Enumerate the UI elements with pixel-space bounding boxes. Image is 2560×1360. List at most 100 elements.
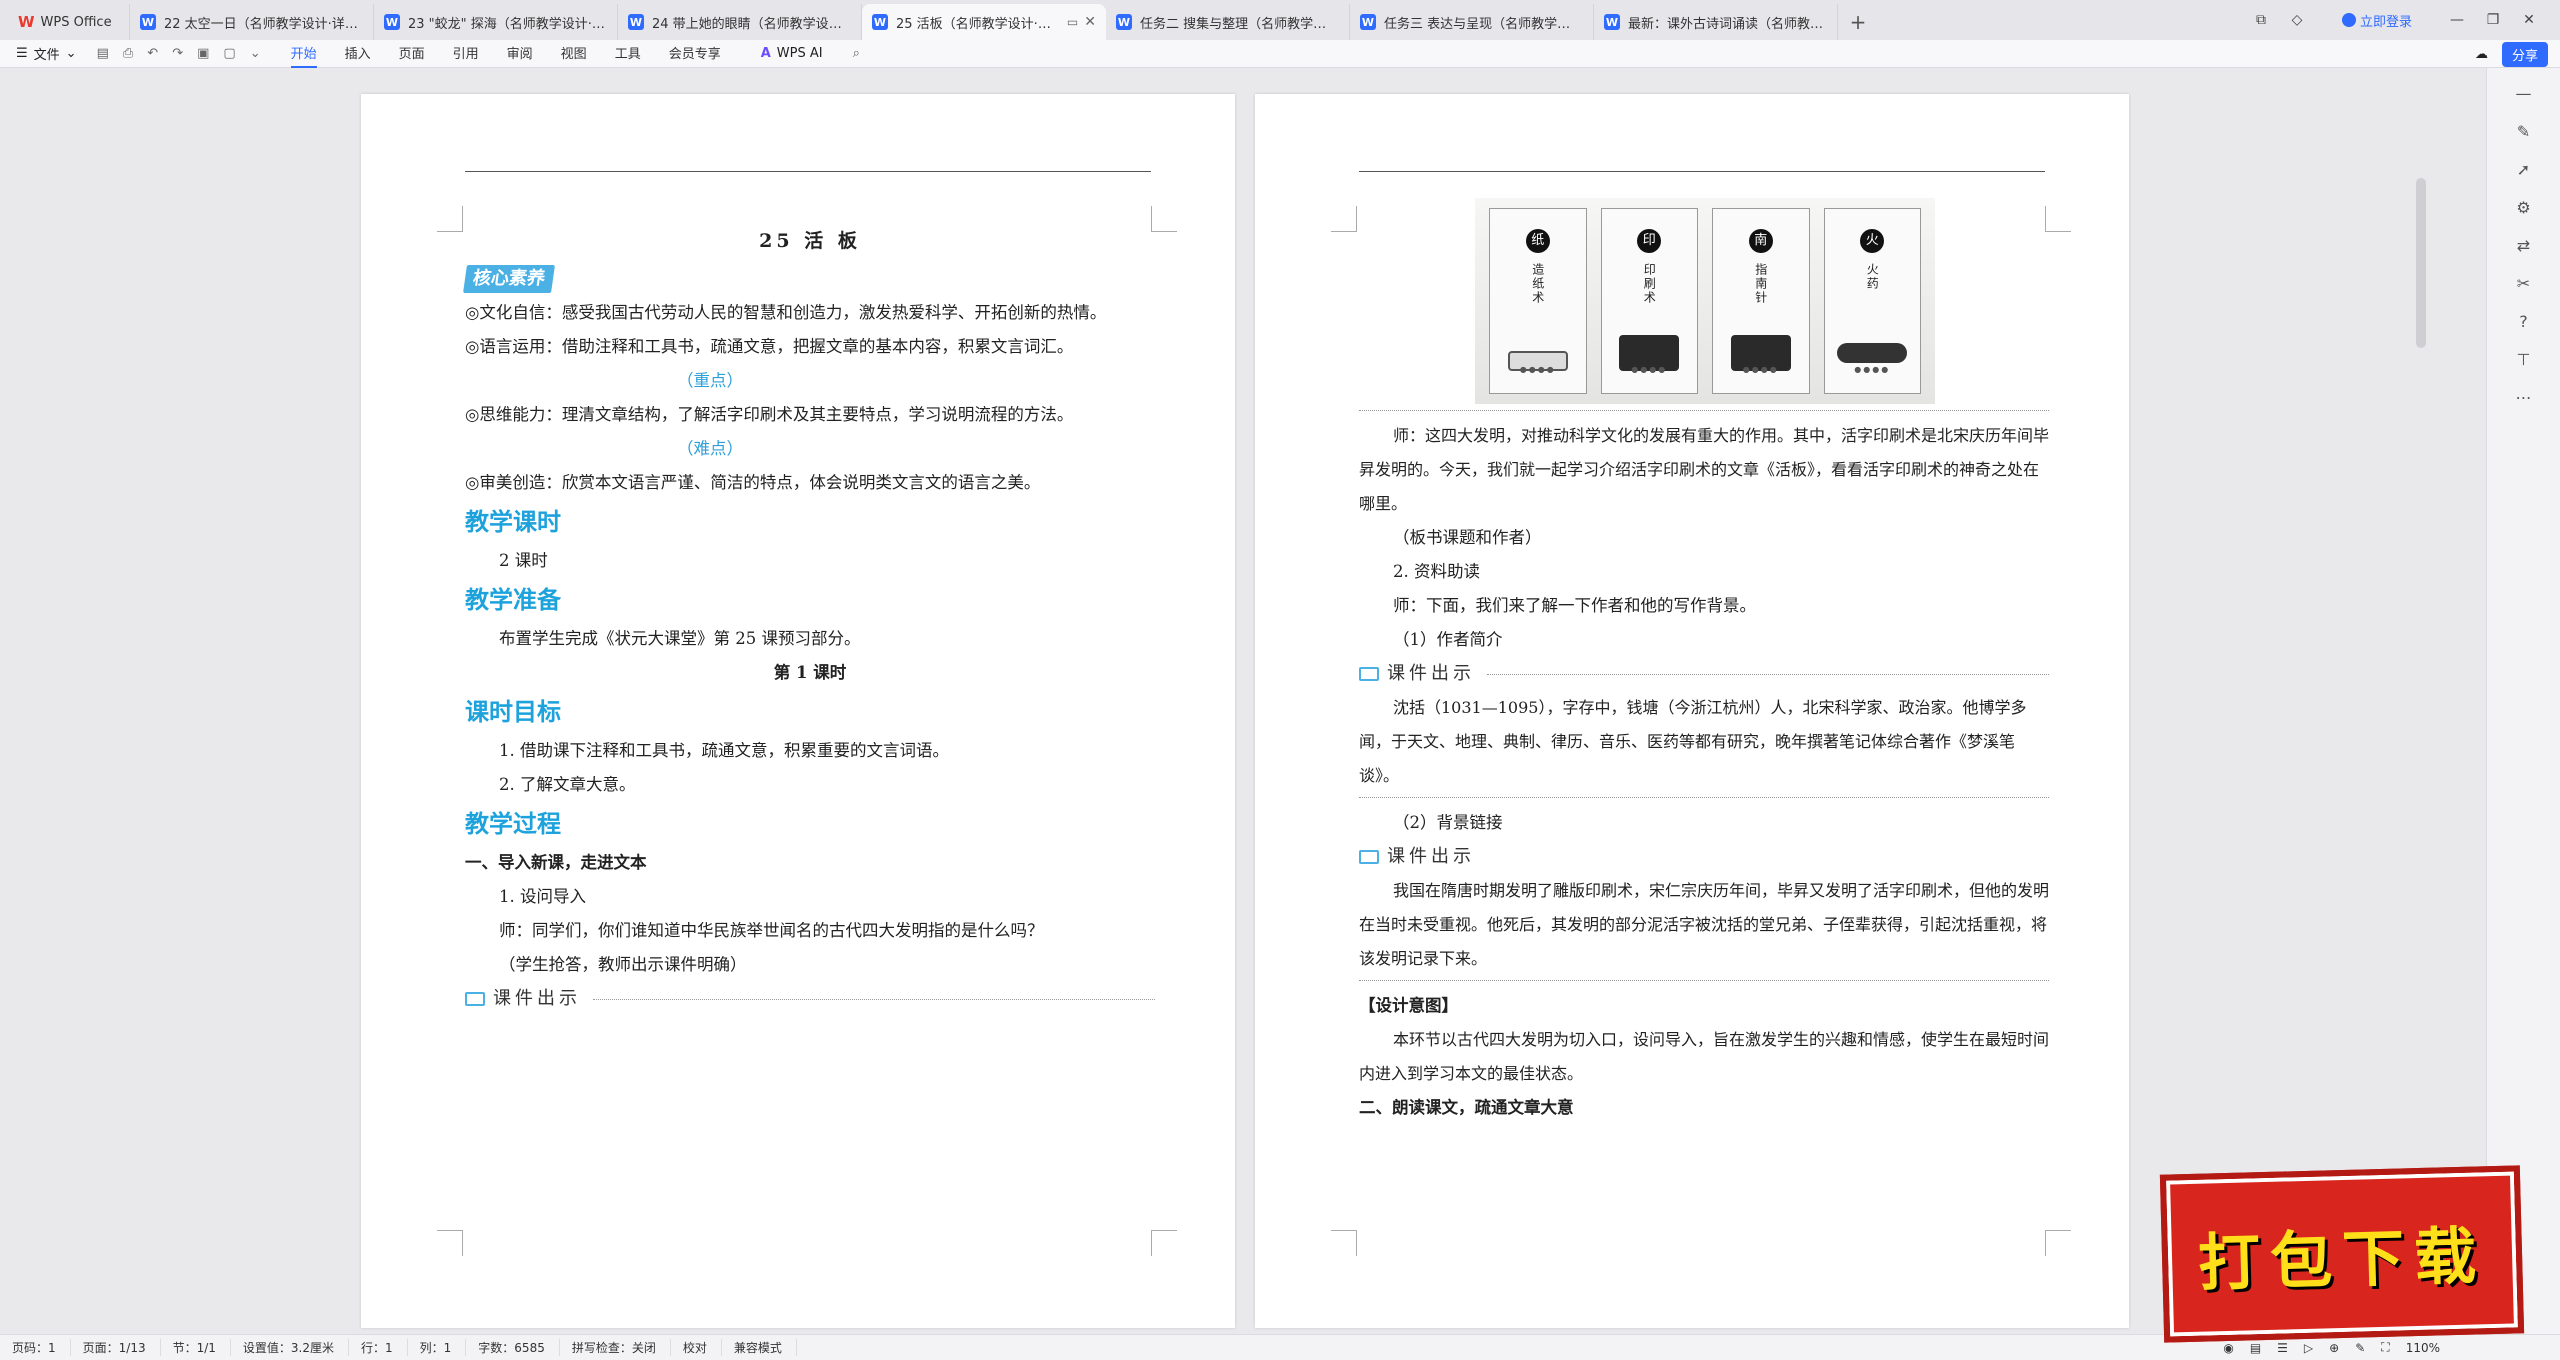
quick-access: ▤ ⎙ ↶ ↷ ▣ ▢ ⌄ xyxy=(87,46,281,61)
file-menu[interactable]: ☰ 文件 ⌄ xyxy=(0,44,87,63)
pen-icon[interactable]: ✎ xyxy=(2512,120,2536,144)
status-setting[interactable]: 设置值：3.2厘米 xyxy=(231,1339,350,1356)
dotted-divider xyxy=(1359,797,2049,798)
share-button[interactable]: 分享 xyxy=(2501,42,2548,67)
save-icon[interactable]: ▤ xyxy=(97,46,109,61)
toolbar-right: ☁ 分享 xyxy=(2475,42,2548,67)
four-inventions-image: 纸造纸术 ●●●● 印印刷术 ●●●● 南指南针 ●●●● 火火药 ●●●● xyxy=(1475,198,1935,404)
main-menu: 开始 插入 页面 引用 审阅 视图 工具 会员专享 xyxy=(290,39,721,68)
tab-doc-25-active[interactable]: W 25 活板（名师教学设计·详案） ▭ ✕ xyxy=(862,4,1106,40)
download-banner-text: 打包下载 xyxy=(2197,1219,2488,1300)
menu-home[interactable]: 开始 xyxy=(290,39,317,68)
vertical-scrollbar[interactable] xyxy=(2416,178,2426,348)
cloud-icon[interactable]: ☁ xyxy=(2475,47,2488,62)
select-icon[interactable]: ➚ xyxy=(2512,158,2536,182)
tab-doc-22[interactable]: W 22 太空一日（名师教学设计·详案） xyxy=(130,4,374,40)
status-section[interactable]: 节：1/1 xyxy=(161,1339,231,1356)
menu-membership[interactable]: 会员专享 xyxy=(669,39,721,68)
preview-icon[interactable]: ▢ xyxy=(223,46,235,61)
tools-icon[interactable]: ✂ xyxy=(2512,272,2536,296)
page-view-icon[interactable]: ▤ xyxy=(2250,1341,2261,1355)
margin-mark xyxy=(1331,206,1357,232)
menu-references[interactable]: 引用 xyxy=(453,39,479,68)
menu-view[interactable]: 视图 xyxy=(561,39,587,68)
literacy-thinking: ◎思维能力：理清文章结构，了解活字印刷术及其主要特点，学习说明流程的方法。 xyxy=(465,405,1074,424)
key-point-mark: （重点） xyxy=(677,371,743,390)
courseware-label: 课件出示 xyxy=(1359,657,2049,691)
menu-page[interactable]: 页面 xyxy=(399,39,425,68)
tab-doc-23[interactable]: W 23 "蛟龙" 探海（名师教学设计·详案） xyxy=(374,4,618,40)
export-pdf-icon[interactable]: ▣ xyxy=(197,46,209,61)
search-icon[interactable]: ⌕ xyxy=(853,46,860,61)
board-note: （板书课题和作者） xyxy=(1393,528,1542,547)
courseware-icon xyxy=(1359,850,1379,864)
invention-name: 造纸术 xyxy=(1530,263,1545,305)
settings-icon[interactable]: ⚙ xyxy=(2512,196,2536,220)
wps-logo-icon: W xyxy=(18,13,35,31)
invention-char: 火 xyxy=(1860,229,1885,253)
new-tab-button[interactable]: + xyxy=(1838,4,1878,40)
play-icon[interactable]: ▷ xyxy=(2304,1341,2313,1355)
tab-poems[interactable]: W 最新：课外古诗词诵读（名师教学设计·详案） xyxy=(1594,4,1838,40)
document-page-2[interactable]: 纸造纸术 ●●●● 印印刷术 ●●●● 南指南针 ●●●● 火火药 ●●●● 师：这四大… xyxy=(1255,94,2129,1328)
tab-task3[interactable]: W 任务三 表达与呈现（名师教学设计·详案） xyxy=(1350,4,1594,40)
monitor-icon[interactable]: ▭ xyxy=(1067,15,1078,29)
web-view-icon[interactable]: ⊕ xyxy=(2329,1341,2339,1355)
invention-char: 印 xyxy=(1637,229,1662,253)
edit-icon[interactable]: ✎ xyxy=(2355,1341,2365,1355)
outline-view-icon[interactable]: ☰ xyxy=(2277,1341,2288,1355)
status-page-num[interactable]: 页码：1 xyxy=(0,1339,71,1356)
word-doc-icon: W xyxy=(1360,14,1376,30)
cube-icon[interactable]: ◇ xyxy=(2286,12,2308,28)
tab-doc-24[interactable]: W 24 带上她的眼睛（名师教学设计·详案） xyxy=(618,4,862,40)
print-icon[interactable]: ⎙ xyxy=(123,46,133,61)
tab-task2[interactable]: W 任务二 搜集与整理（名师教学设计·详案） xyxy=(1106,4,1350,40)
login-label: 立即登录 xyxy=(2359,14,2412,30)
tab-wps-home[interactable]: W WPS Office xyxy=(0,4,130,40)
collapse-icon[interactable]: — xyxy=(2512,82,2536,106)
close-tab-icon[interactable]: ✕ xyxy=(1084,14,1096,30)
fit-icon[interactable]: ⛶ xyxy=(2381,1340,2389,1355)
tab-label: 任务三 表达与呈现（名师教学设计·详案） xyxy=(1384,16,1583,32)
menu-tools[interactable]: 工具 xyxy=(615,39,641,68)
more-icon[interactable]: ⌄ xyxy=(250,46,261,61)
zoom-level[interactable]: 110% xyxy=(2406,1341,2440,1355)
more-icon[interactable]: ⋯ xyxy=(2512,386,2536,410)
menu-insert[interactable]: 插入 xyxy=(345,39,371,68)
teacher-intro: 师：这四大发明，对推动科学文化的发展有重大的作用。其中，活字印刷术是北宋庆历年间… xyxy=(1359,426,2050,513)
status-words[interactable]: 字数：6585 xyxy=(466,1339,560,1356)
literacy-aesthetic: ◎审美创造：欣赏本文语言严谨、简洁的特点，体会说明类文言文的语言之美。 xyxy=(465,473,1041,492)
wps-ai-button[interactable]: A WPS AI xyxy=(761,46,823,61)
tab-label: 22 太空一日（名师教学设计·详案） xyxy=(164,16,363,32)
shirt-icon[interactable]: ⊤ xyxy=(2512,348,2536,372)
help-icon[interactable]: ? xyxy=(2512,310,2536,334)
undo-icon[interactable]: ↶ xyxy=(147,46,158,61)
background-label: （2）背景链接 xyxy=(1393,813,1503,832)
status-pages[interactable]: 页面：1/13 xyxy=(71,1339,161,1356)
section-1-heading: 一、导入新课，走进文本 xyxy=(465,853,647,872)
translate-icon[interactable]: ⇄ xyxy=(2512,234,2536,258)
redo-icon[interactable]: ↷ xyxy=(172,46,183,61)
page-1-content: 25 活 板 核心素养 ◎文化自信：感受我国古代劳动人民的智慧和创造力，激发热爱… xyxy=(463,224,1155,1016)
ai-icon: A xyxy=(760,46,771,61)
menu-review[interactable]: 审阅 xyxy=(507,39,533,68)
minimize-icon[interactable]: — xyxy=(2446,12,2468,28)
document-workspace[interactable]: 25 活 板 核心素养 ◎文化自信：感受我国古代劳动人民的智慧和创造力，激发热爱… xyxy=(0,68,2486,1334)
pager-dots: ●●●● xyxy=(1854,365,1891,374)
status-spell[interactable]: 拼写检查：关闭 xyxy=(560,1339,671,1356)
login-button[interactable]: 立即登录 xyxy=(2341,11,2412,30)
status-proof[interactable]: 校对 xyxy=(671,1339,722,1356)
eye-icon[interactable]: ◉ xyxy=(2223,1341,2233,1355)
document-page-1[interactable]: 25 活 板 核心素养 ◎文化自信：感受我国古代劳动人民的智慧和创造力，激发热爱… xyxy=(361,94,1235,1328)
word-doc-icon: W xyxy=(384,14,400,30)
invention-printing: 印印刷术 ●●●● xyxy=(1600,208,1698,394)
prep-text: 布置学生完成《状元大课堂》第 25 课预习部分。 xyxy=(499,629,861,648)
author-intro-label: （1）作者简介 xyxy=(1393,630,1503,649)
invention-name: 印刷术 xyxy=(1642,263,1657,305)
tab-label: WPS Office xyxy=(40,14,112,30)
download-banner[interactable]: 打包下载 xyxy=(2159,1165,2525,1343)
restore-icon[interactable]: ❐ xyxy=(2482,12,2504,28)
courseware-label: 课件出示 xyxy=(465,982,1155,1016)
close-window-icon[interactable]: ✕ xyxy=(2518,12,2540,28)
tab-list-icon[interactable]: ⧉ xyxy=(2250,12,2272,28)
